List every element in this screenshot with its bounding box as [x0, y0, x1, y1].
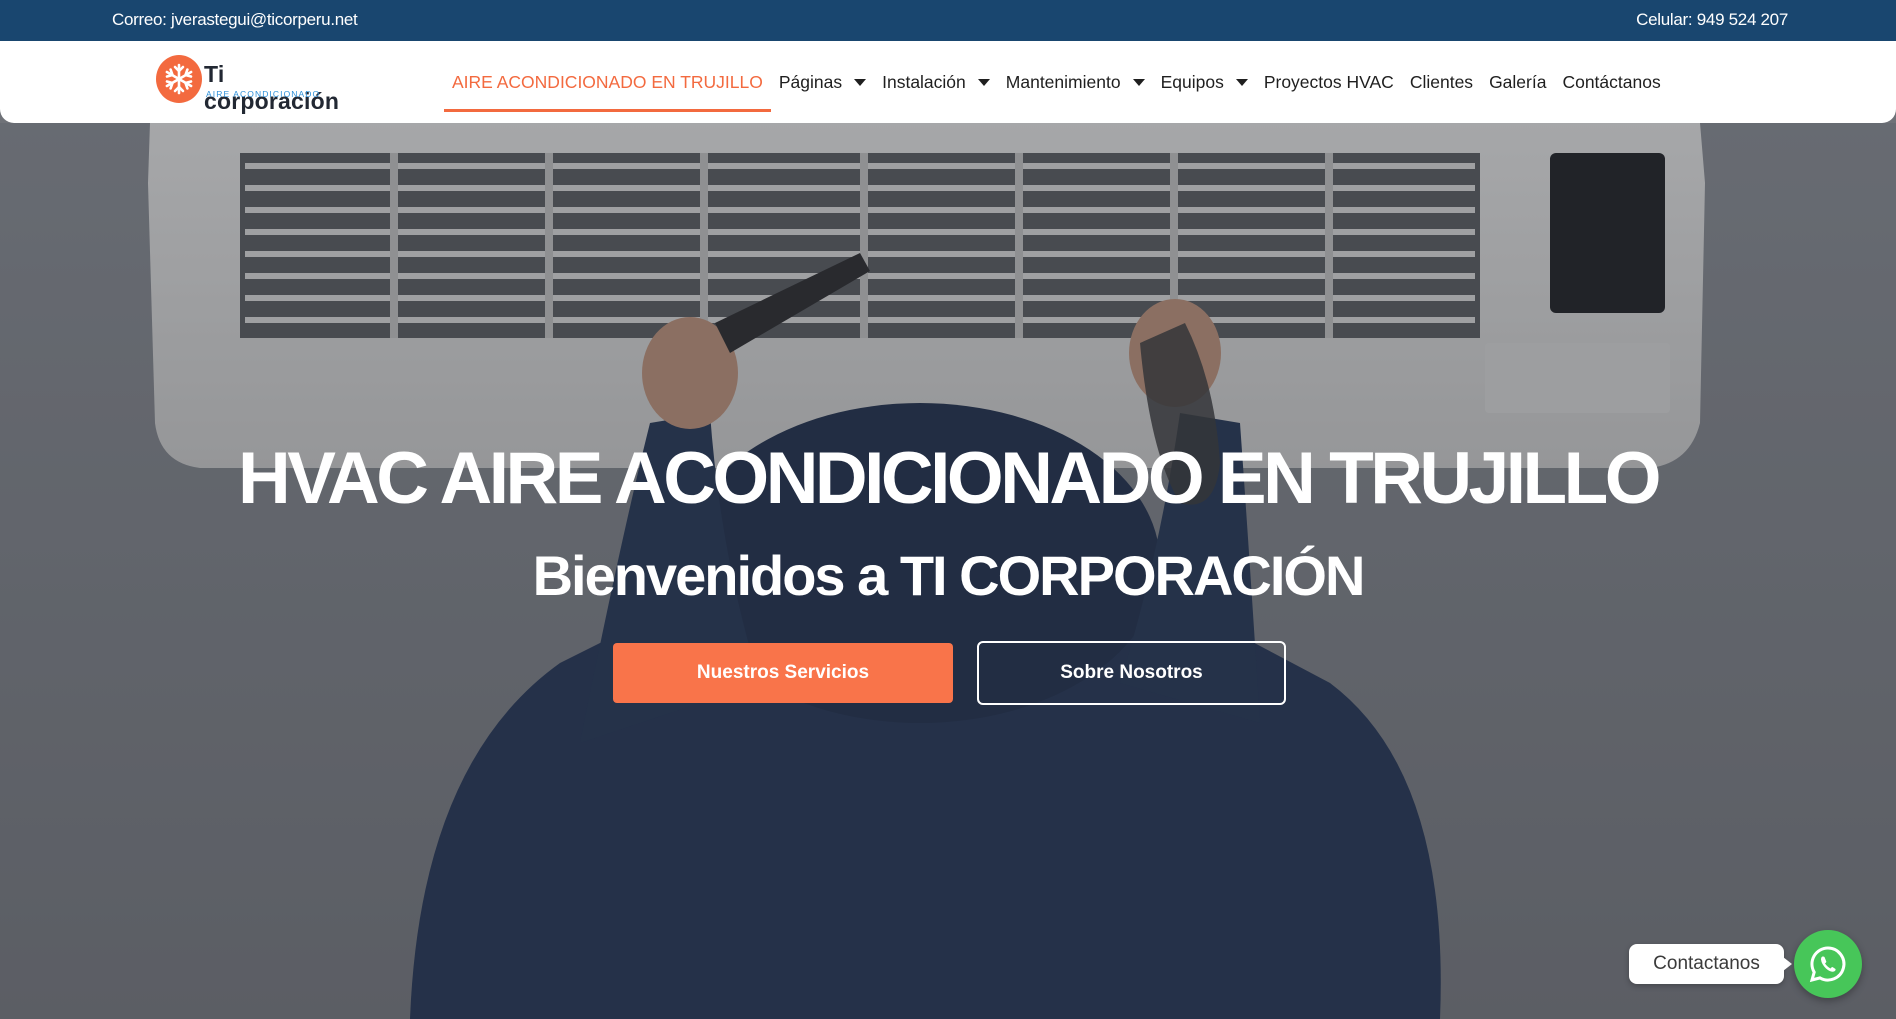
- top-contact-bar: Correo: jverastegui@ticorperu.net Celula…: [0, 0, 1896, 41]
- nav-item-label: Proyectos HVAC: [1263, 71, 1394, 92]
- nav-item-galeria[interactable]: Galería: [1481, 41, 1554, 123]
- snowflake-icon: [156, 55, 202, 103]
- contact-email[interactable]: Correo: jverastegui@ticorperu.net: [112, 10, 358, 30]
- nav-item-label: Contáctanos: [1562, 71, 1661, 92]
- whatsapp-label[interactable]: Contactanos: [1629, 944, 1792, 984]
- logo-name: Ti corporación: [204, 61, 340, 114]
- nav-item-proyectos-hvac[interactable]: Proyectos HVAC: [1256, 41, 1402, 123]
- hero-subtitle: Bienvenidos a TI CORPORACIÓN: [532, 544, 1366, 607]
- nav-item-clientes[interactable]: Clientes: [1402, 41, 1481, 123]
- nav-item-label: Galería: [1489, 71, 1547, 92]
- nav-item-equipos[interactable]: Equipos: [1153, 41, 1256, 123]
- whatsapp-button[interactable]: [1794, 930, 1862, 998]
- nav-item-label: AIRE ACONDICIONADO EN TRUJILLO: [452, 71, 763, 92]
- nav-item-aire-acondicionado[interactable]: AIRE ACONDICIONADO EN TRUJILLO: [444, 41, 771, 123]
- contact-phone[interactable]: Celular: 949 524 207: [1636, 10, 1788, 30]
- caret-down-icon: [1235, 78, 1248, 86]
- nav-item-label: Instalación: [882, 71, 966, 92]
- nav-item-mantenimiento[interactable]: Mantenimiento: [998, 41, 1153, 123]
- main-nav: AIRE ACONDICIONADO EN TRUJILLO Páginas I…: [444, 41, 1669, 123]
- services-button[interactable]: Nuestros Servicios: [613, 643, 953, 703]
- nav-item-label: Páginas: [778, 71, 843, 92]
- nav-item-contactanos[interactable]: Contáctanos: [1554, 41, 1668, 123]
- caret-down-icon: [1132, 78, 1145, 86]
- caret-down-icon: [977, 78, 990, 86]
- nav-item-label: Mantenimiento: [1005, 71, 1121, 92]
- nav-item-label: Equipos: [1160, 71, 1224, 92]
- logo-tagline: AIRE ACONDICIONADO: [206, 89, 321, 99]
- nav-item-instalacion[interactable]: Instalación: [874, 41, 998, 123]
- hero-section: HVAC AIRE ACONDICIONADO EN TRUJILLO Bien…: [0, 123, 1896, 1019]
- caret-down-icon: [854, 78, 867, 86]
- site-header: Ti corporación AIRE ACONDICIONADO AIRE A…: [0, 41, 1896, 123]
- nav-item-paginas[interactable]: Páginas: [771, 41, 874, 123]
- nav-item-label: Clientes: [1409, 71, 1474, 92]
- hero-title: HVAC AIRE ACONDICIONADO EN TRUJILLO: [238, 438, 1661, 519]
- whatsapp-icon: [1809, 946, 1846, 983]
- about-us-button[interactable]: Sobre Nosotros: [977, 641, 1286, 705]
- site-logo[interactable]: Ti corporación AIRE ACONDICIONADO: [156, 55, 366, 114]
